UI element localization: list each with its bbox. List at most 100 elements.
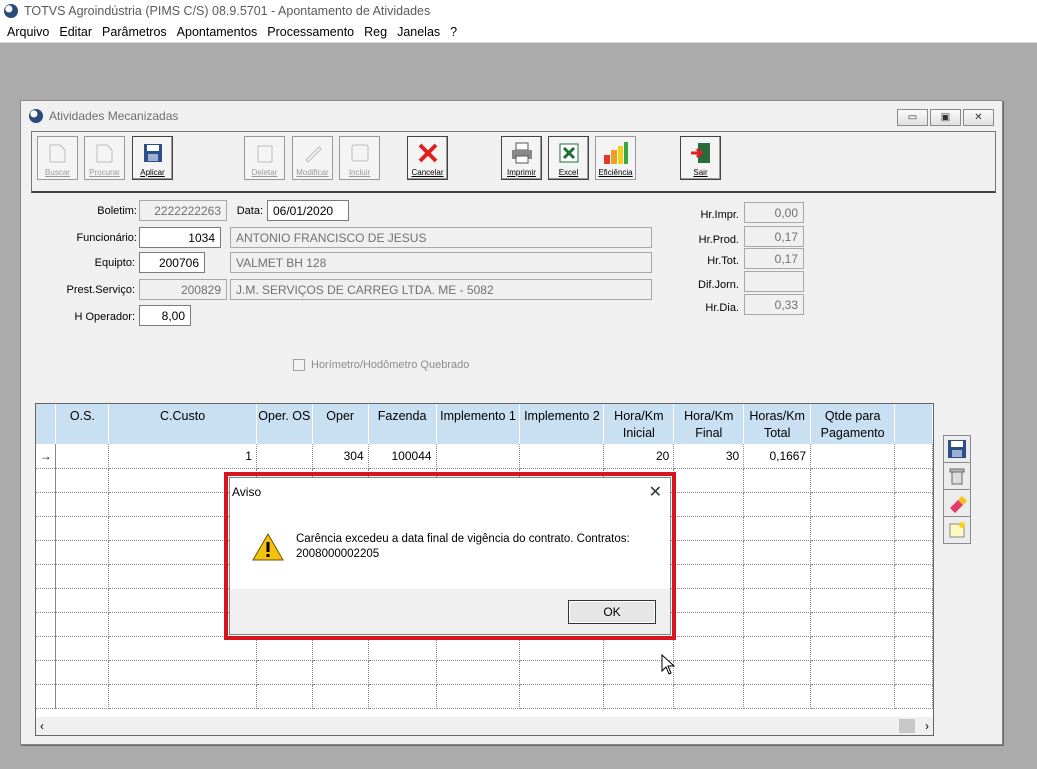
col-extra	[894, 404, 933, 444]
cell-oper-os[interactable]	[256, 444, 313, 469]
delete-icon	[252, 141, 278, 165]
minimize-button[interactable]: ▭	[897, 109, 928, 126]
new-doc-icon	[949, 522, 965, 538]
col-fazenda[interactable]: Fazenda	[368, 404, 437, 444]
checkbox-box	[293, 359, 305, 371]
dialog-title: Aviso	[232, 485, 262, 499]
menu-janelas[interactable]: Janelas	[393, 25, 444, 39]
horimetro-quebrado-label: Horímetro/Hodômetro Quebrado	[311, 359, 470, 371]
menu-reg[interactable]: Reg	[360, 25, 391, 39]
modificar-button[interactable]: Modificar	[292, 136, 333, 180]
cell-horas-total[interactable]: 0,1667	[743, 444, 812, 469]
minimize-icon: ▭	[907, 112, 918, 123]
cell-oper[interactable]: 304	[312, 444, 369, 469]
aviso-dialog: Aviso ✕ Carência excedeu a data final de…	[229, 477, 671, 635]
buscar-button[interactable]: Buscar	[37, 136, 78, 180]
col-oper[interactable]: Oper	[312, 404, 369, 444]
equipto-name-field: VALMET BH 128	[230, 252, 652, 273]
prest-servico-name-field: J.M. SERVIÇOS DE CARREG LTDA. ME - 5082	[230, 279, 652, 300]
prest-servico-code-field[interactable]: 200829	[139, 279, 227, 300]
aplicar-button[interactable]: Aplicar	[132, 136, 173, 180]
app-title: TOTVS Agroindústria (PIMS C/S) 08.9.5701…	[24, 4, 431, 18]
procurar-button[interactable]: Procurar	[84, 136, 125, 180]
prest-servico-label: Prest.Serviço:	[66, 284, 135, 296]
grid-delete-button[interactable]	[943, 462, 971, 490]
hr-tot-label: Hr.Tot.	[707, 255, 739, 267]
restore-button[interactable]: ▣	[930, 109, 961, 126]
col-ccusto[interactable]: C.Custo	[108, 404, 257, 444]
col-hora-final[interactable]: Hora/Km Final	[673, 404, 745, 444]
cell-implemento-1[interactable]	[436, 444, 521, 469]
grid-save-button[interactable]	[943, 435, 971, 463]
cell-os[interactable]	[55, 444, 110, 469]
grid-new-button[interactable]	[943, 516, 971, 544]
eraser-icon	[950, 496, 967, 513]
table-row[interactable]	[36, 684, 933, 709]
dialog-message-line2: 2008000002205	[296, 548, 380, 560]
table-row[interactable]	[36, 660, 933, 685]
eficiencia-button[interactable]: Eficiência	[595, 136, 636, 180]
scroll-left-icon[interactable]: ‹	[40, 719, 44, 733]
cancelar-button[interactable]: Cancelar	[407, 136, 448, 180]
cancel-x-icon	[415, 141, 441, 165]
col-qtde-pagamento[interactable]: Qtde para Pagamento	[810, 404, 896, 444]
menu-apontamentos[interactable]: Apontamentos	[173, 25, 262, 39]
col-implemento-2[interactable]: Implemento 2	[519, 404, 605, 444]
hr-dia-field: 0,33	[744, 294, 804, 315]
table-row[interactable]: → 1 304 100044 20 30 0,1667	[36, 444, 933, 469]
close-icon: ✕	[974, 112, 983, 123]
imprimir-button[interactable]: Imprimir	[501, 136, 542, 180]
scroll-right-icon[interactable]: ›	[925, 719, 929, 733]
cell-hora-inicial[interactable]: 20	[603, 444, 675, 469]
sair-button[interactable]: Sair	[680, 136, 721, 180]
warning-icon	[252, 532, 284, 561]
header-form: Boletim: 2222222263 Data: 06/01/2020 Fun…	[31, 197, 996, 397]
menu-processamento[interactable]: Processamento	[263, 25, 358, 39]
cell-hora-final[interactable]: 30	[673, 444, 745, 469]
h-operador-field[interactable]: 8,00	[139, 305, 191, 326]
pencil-icon	[300, 141, 326, 165]
eficiencia-label: Eficiência	[598, 168, 633, 177]
grid-clear-button[interactable]	[943, 489, 971, 517]
cell-qtde-pagamento[interactable]	[810, 444, 896, 469]
col-os[interactable]: O.S.	[55, 404, 110, 444]
aplicar-label: Aplicar	[140, 168, 165, 177]
col-hora-inicial[interactable]: Hora/Km Inicial	[603, 404, 675, 444]
dialog-footer: OK	[230, 589, 670, 634]
deletar-button[interactable]: Deletar	[244, 136, 285, 180]
horizontal-scrollbar[interactable]: ‹ ›	[36, 717, 933, 735]
cell-fazenda[interactable]: 100044	[368, 444, 437, 469]
menu-help[interactable]: ?	[446, 25, 461, 39]
cell-ccusto[interactable]: 1	[108, 444, 257, 469]
col-oper-os[interactable]: Oper. OS	[256, 404, 313, 444]
ok-button[interactable]: OK	[568, 600, 656, 624]
horimetro-quebrado-checkbox[interactable]: Horímetro/Hodômetro Quebrado	[293, 359, 469, 371]
scroll-thumb[interactable]	[899, 719, 915, 733]
hr-tot-field: 0,17	[744, 248, 804, 269]
procurar-label: Procurar	[89, 168, 120, 177]
equipto-code-field[interactable]: 200706	[139, 252, 205, 273]
funcionario-label: Funcionário:	[76, 232, 137, 244]
excel-button[interactable]: Excel	[548, 136, 589, 180]
col-implemento-1[interactable]: Implemento 1	[436, 404, 521, 444]
menu-parametros[interactable]: Parâmetros	[98, 25, 171, 39]
hr-impr-field: 0,00	[744, 202, 804, 223]
col-horas-total[interactable]: Horas/Km Total	[743, 404, 812, 444]
trash-icon	[949, 468, 965, 485]
sair-label: Sair	[693, 168, 708, 177]
dialog-close-icon[interactable]: ✕	[649, 482, 662, 502]
restore-icon: ▣	[940, 112, 951, 123]
cell-implemento-2[interactable]	[519, 444, 605, 469]
menu-arquivo[interactable]: Arquivo	[3, 25, 53, 39]
grid-side-buttons	[943, 435, 971, 544]
atividades-window: Atividades Mecanizadas ▭ ▣ ✕ Buscar Proc…	[20, 100, 1003, 745]
dialog-message-line1: Carência excedeu a data final de vigênci…	[296, 533, 630, 545]
menu-editar[interactable]: Editar	[55, 25, 96, 39]
data-field[interactable]: 06/01/2020	[267, 200, 349, 221]
boletim-field[interactable]: 2222222263	[139, 200, 227, 221]
grid-corner	[36, 404, 57, 444]
funcionario-code-field[interactable]: 1034	[139, 227, 221, 248]
incluir-button[interactable]: Incluir	[339, 136, 380, 180]
buscar-label: Buscar	[45, 168, 70, 177]
close-window-button[interactable]: ✕	[963, 109, 994, 126]
